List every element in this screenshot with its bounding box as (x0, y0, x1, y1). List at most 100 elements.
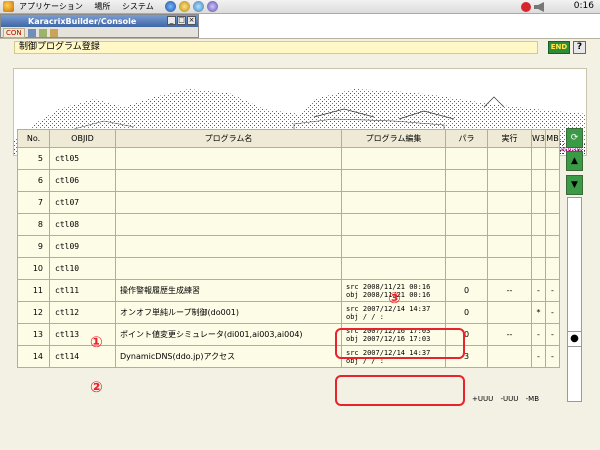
row-program-edit[interactable] (341, 169, 446, 192)
minimize-icon[interactable]: _ (167, 16, 176, 25)
row-mb[interactable]: - (545, 279, 560, 302)
row-para[interactable]: 0 (445, 279, 488, 302)
row-exec[interactable] (487, 169, 532, 192)
row-objid[interactable]: ctl14 (49, 345, 116, 368)
row-w3[interactable]: - (531, 345, 546, 368)
row-objid[interactable]: ctl12 (49, 301, 116, 324)
maximize-icon[interactable]: □ (177, 16, 186, 25)
console-tool-icon[interactable] (38, 28, 47, 37)
clock[interactable]: 0:16 (574, 1, 594, 11)
menu-system[interactable]: システム (122, 2, 154, 11)
row-mb[interactable] (545, 169, 560, 192)
row-w3[interactable] (531, 191, 546, 214)
row-exec[interactable] (487, 147, 532, 170)
row-para[interactable] (445, 191, 488, 214)
row-mb[interactable] (545, 147, 560, 170)
row-w3[interactable]: - (531, 279, 546, 302)
row-exec[interactable] (487, 235, 532, 258)
table-row[interactable]: 9 ctl09 (17, 235, 560, 258)
row-program-name[interactable]: オンオフ単純ループ制御(do001) (115, 301, 342, 324)
row-w3[interactable]: * (531, 301, 546, 324)
update-notifier-icon[interactable] (521, 2, 531, 12)
console-tool-icon[interactable] (27, 28, 36, 37)
table-row[interactable]: 7 ctl07 (17, 191, 560, 214)
row-program-edit[interactable] (341, 191, 446, 214)
table-row[interactable]: 11 ctl11 操作警報履歴生成練習 src 2008/11/21 00:16… (17, 279, 560, 302)
row-para[interactable] (445, 257, 488, 280)
add-uuu-link[interactable]: +UUU (472, 395, 493, 403)
row-program-edit[interactable] (341, 235, 446, 258)
table-row[interactable]: 10 ctl10 (17, 257, 560, 280)
row-objid[interactable]: ctl07 (49, 191, 116, 214)
row-para[interactable]: 0 (445, 301, 488, 324)
row-program-name[interactable]: 操作警報履歴生成練習 (115, 279, 342, 302)
row-program-name[interactable] (115, 191, 342, 214)
row-program-name[interactable] (115, 235, 342, 258)
row-program-name[interactable]: ポイント値変更シミュレータ(di001,ai003,ai004) (115, 323, 342, 346)
row-para[interactable] (445, 235, 488, 258)
row-w3[interactable] (531, 169, 546, 192)
row-mb[interactable]: - (545, 345, 560, 368)
table-row[interactable]: 8 ctl08 (17, 213, 560, 236)
col-objid[interactable]: OBJID (49, 129, 116, 148)
row-program-edit[interactable] (341, 147, 446, 170)
row-objid[interactable]: ctl06 (49, 169, 116, 192)
row-mb[interactable] (545, 235, 560, 258)
row-mb[interactable]: - (545, 301, 560, 324)
row-exec[interactable] (487, 191, 532, 214)
row-exec[interactable]: -- (487, 323, 532, 346)
col-no[interactable]: No. (17, 129, 50, 148)
editor-launcher-icon[interactable] (192, 1, 204, 12)
col-exec[interactable]: 実行 (487, 129, 532, 148)
help-launcher-icon[interactable] (206, 1, 218, 12)
row-objid[interactable]: ctl09 (49, 235, 116, 258)
remove-uuu-link[interactable]: -UUU (500, 395, 518, 403)
row-para[interactable] (445, 147, 488, 170)
scroll-down-button[interactable]: ▼ (566, 175, 583, 195)
row-objid[interactable]: ctl13 (49, 323, 116, 346)
console-titlebar[interactable]: KaracrixBuilder/Console _ □ × (1, 15, 198, 27)
row-objid[interactable]: ctl05 (49, 147, 116, 170)
row-exec[interactable] (487, 213, 532, 236)
col-w3[interactable]: W3 (531, 129, 546, 148)
row-w3[interactable] (531, 213, 546, 236)
console-tool-icon[interactable] (49, 28, 58, 37)
table-row[interactable]: 5 ctl05 (17, 147, 560, 170)
mail-launcher-icon[interactable] (178, 1, 190, 12)
menu-applications[interactable]: アプリケーション (19, 2, 83, 11)
col-mb[interactable]: MB (545, 129, 560, 148)
row-exec[interactable] (487, 345, 532, 368)
row-program-edit[interactable] (341, 257, 446, 280)
table-row[interactable]: 6 ctl06 (17, 169, 560, 192)
table-row[interactable]: 12 ctl12 オンオフ単純ループ制御(do001) src 2007/12/… (17, 301, 560, 324)
row-exec[interactable]: -- (487, 279, 532, 302)
volume-icon[interactable] (534, 2, 544, 12)
row-program-name[interactable] (115, 213, 342, 236)
row-program-name[interactable] (115, 147, 342, 170)
refresh-button[interactable]: ⟳ (566, 128, 583, 148)
col-para[interactable]: パラ (445, 129, 488, 148)
scrollbar-thumb[interactable]: ● (567, 331, 582, 347)
help-button[interactable]: ? (573, 41, 586, 54)
close-icon[interactable]: × (187, 16, 196, 25)
browser-launcher-icon[interactable] (164, 1, 176, 12)
row-exec[interactable] (487, 301, 532, 324)
row-objid[interactable]: ctl08 (49, 213, 116, 236)
row-mb[interactable] (545, 257, 560, 280)
row-program-edit[interactable] (341, 213, 446, 236)
row-objid[interactable]: ctl11 (49, 279, 116, 302)
row-exec[interactable] (487, 257, 532, 280)
row-w3[interactable] (531, 257, 546, 280)
menu-places[interactable]: 場所 (94, 2, 110, 11)
row-objid[interactable]: ctl10 (49, 257, 116, 280)
end-button[interactable]: END (548, 41, 570, 54)
row-mb[interactable] (545, 213, 560, 236)
mb-link[interactable]: -MB (526, 395, 539, 403)
row-program-name[interactable] (115, 257, 342, 280)
row-para[interactable] (445, 169, 488, 192)
row-para[interactable] (445, 213, 488, 236)
row-w3[interactable] (531, 235, 546, 258)
col-program-name[interactable]: プログラム名 (115, 129, 342, 148)
applications-icon[interactable] (3, 1, 14, 12)
row-mb[interactable]: - (545, 323, 560, 346)
